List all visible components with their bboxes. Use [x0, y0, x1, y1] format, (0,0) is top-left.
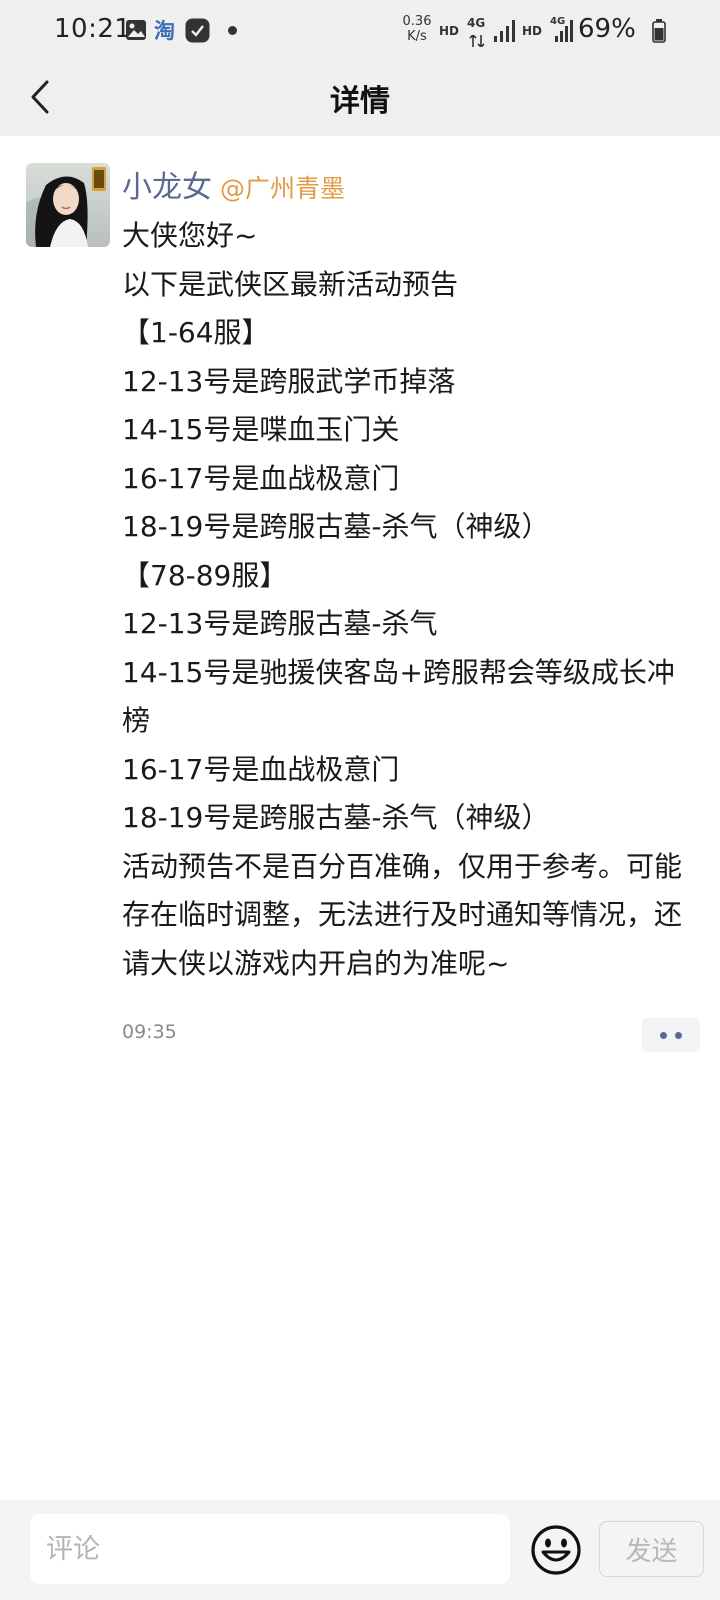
post-time: 09:35 [122, 1021, 177, 1043]
comment-input[interactable] [30, 1514, 510, 1584]
app-icon [185, 18, 210, 47]
post-line: 【78-89服】 [122, 558, 288, 592]
post-line: 大侠您好~ [122, 219, 258, 252]
svg-text:淘: 淘 [154, 19, 175, 42]
detail-page: 10:21 淘 0.36 K/s HD 4G HD 4G 69% 详情 小龙女 … [0, 0, 720, 1600]
emoji-button[interactable] [528, 1522, 584, 1578]
network-type-1: 4G [467, 16, 486, 30]
taobao-icon: 淘 [153, 18, 179, 46]
smiley-icon [528, 1525, 584, 1582]
more-dots-icon [660, 1031, 682, 1039]
title-bar: 详情 [0, 62, 720, 136]
gallery-icon [125, 19, 147, 45]
post-line: 14-15号是驰援侠客岛+跨服帮会等级成长冲榜 [122, 655, 675, 738]
signal-icon-2 [555, 20, 575, 46]
battery-icon [652, 19, 666, 47]
post-line: 活动预告不是百分百准确，仅用于参考。可能存在临时调整，无法进行及时通知等情况，还… [122, 849, 683, 980]
hd-label-2: HD [522, 24, 543, 38]
send-button[interactable]: 发送 [599, 1521, 704, 1577]
post-line: 16-17号是血战极意门 [122, 752, 400, 786]
notification-dot [228, 26, 237, 35]
post-line: 以下是武侠区最新活动预告 [122, 267, 459, 301]
data-arrows-icon [469, 32, 485, 51]
avatar[interactable] [26, 163, 110, 247]
author-line: 小龙女 @广州青墨 [122, 162, 345, 206]
author-handle[interactable]: @广州青墨 [220, 169, 345, 205]
status-bar: 10:21 淘 0.36 K/s HD 4G HD 4G 69% [0, 0, 720, 62]
post-line: 【1-64服】 [122, 316, 270, 349]
status-time: 10:21 [54, 14, 132, 44]
post-line: 12-13号是跨服古墓-杀气 [122, 607, 438, 640]
battery-percent: 69% [578, 14, 636, 44]
network-speed: 0.36 K/s [402, 14, 432, 44]
post-line: 12-13号是跨服武学币掉落 [122, 364, 456, 398]
signal-icon [494, 20, 516, 46]
post-line: 18-19号是跨服古墓-杀气（神级） [122, 801, 550, 834]
more-button[interactable] [642, 1018, 700, 1052]
post-line: 14-15号是喋血玉门关 [122, 413, 400, 446]
author-name[interactable]: 小龙女 [122, 162, 212, 206]
post-content: 大侠您好~ 以下是武侠区最新活动预告 【1-64服】 12-13号是跨服武学币掉… [122, 212, 692, 988]
post-line: 16-17号是血战极意门 [122, 461, 400, 495]
comment-bar: 发送 [0, 1500, 720, 1600]
hd-label-1: HD [439, 24, 460, 38]
post-line: 18-19号是跨服古墓-杀气（神级） [122, 510, 550, 543]
page-title: 详情 [330, 84, 390, 119]
